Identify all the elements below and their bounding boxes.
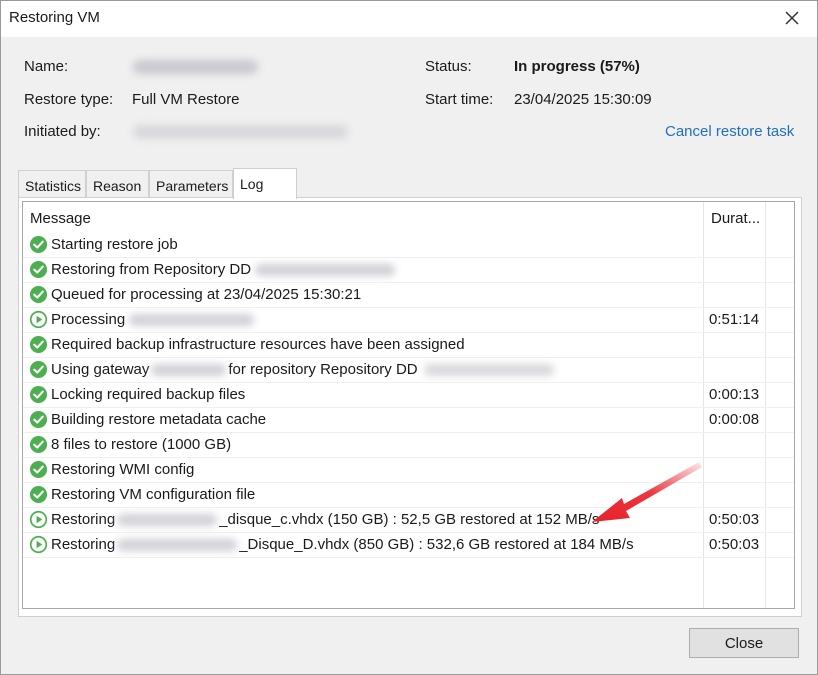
log-message: Starting restore job [51,236,178,253]
message-column-header[interactable]: Message [30,210,91,227]
log-message: Restoring WMI config [51,461,194,478]
log-message: Required backup infrastructure resources… [51,336,465,353]
log-message-text: Queued for processing at 23/04/2025 15:3… [51,286,362,303]
log-row[interactable]: 8 files to restore (1000 GB) [23,432,794,457]
row-divider [23,557,794,558]
log-row[interactable]: Restoring from Repository DD [23,257,794,282]
log-message: Restoring _Disque_D.vhdx (850 GB) : 532,6… [51,536,634,553]
log-duration: 0:50:03 [709,511,760,528]
log-message-text: Required backup infrastructure resources… [51,336,465,353]
log-duration: 0:00:13 [709,386,760,403]
log-message-text: 8 files to restore (1000 GB) [51,436,232,453]
title-bar: Restoring VM [1,1,817,37]
play-circle-icon [29,510,48,529]
log-message: Restoring VM configuration file [51,486,255,503]
log-row[interactable]: Building restore metadata cache 0:00:08 [23,407,794,432]
redacted-text [129,314,255,327]
check-circle-icon [29,410,48,429]
log-message-text: _disque_c.vhdx (150 GB) : 52,5 GB restor… [219,511,600,528]
log-row[interactable]: Using gateway for repository Repository D… [23,357,794,382]
duration-column-header[interactable]: Durat... [711,210,760,227]
log-row[interactable]: Required backup infrastructure resources… [23,332,794,357]
log-message-text: Restoring VM configuration file [51,486,256,503]
log-message-text: Restoring from Repository DD [51,261,252,278]
tab-reason[interactable]: Reason [86,170,149,198]
restore-type-value: Full VM Restore [132,91,240,108]
log-message-text: Restoring [51,511,116,528]
check-circle-icon [29,285,48,304]
check-circle-icon [29,460,48,479]
log-message-text: Processing [51,311,126,328]
log-message-text: for repository Repository DD [228,361,418,378]
cancel-restore-link[interactable]: Cancel restore task [665,123,794,140]
status-value: In progress (57%) [514,58,640,75]
log-message-text: Building restore metadata cache [51,411,267,428]
name-redacted [133,60,258,74]
log-grid[interactable]: Message Durat... Starting restore job Res… [22,201,795,609]
log-duration: 0:51:14 [709,311,760,328]
play-circle-icon [29,535,48,554]
window-title: Restoring VM [9,9,100,26]
log-message: Using gateway for repository Repository D… [51,361,554,378]
log-message: Locking required backup files [51,386,245,403]
log-row[interactable]: Locking required backup files 0:00:13 [23,382,794,407]
play-circle-icon [29,310,48,329]
log-message-text: Locking required backup files [51,386,246,403]
restore-type-label: Restore type: [24,91,114,108]
tab-statistics[interactable]: Statistics [18,170,86,198]
red-arrow-annotation [592,462,702,522]
check-circle-icon [29,335,48,354]
log-message-text: Restoring WMI config [51,461,195,478]
name-label: Name: [24,58,69,75]
log-message-text: Using gateway [51,361,150,378]
check-circle-icon [29,435,48,454]
status-label: Status: [425,58,472,75]
restore-dialog: Restoring VM Name: Restore type: Full VM… [0,0,818,675]
log-row[interactable]: Starting restore job [23,232,794,257]
redacted-text [423,364,554,377]
check-circle-icon [29,260,48,279]
redacted-text [151,364,227,377]
log-message: 8 files to restore (1000 GB) [51,436,231,453]
initiated-by-label: Initiated by: [24,123,101,140]
log-message: Queued for processing at 23/04/2025 15:3… [51,286,361,303]
log-message: Building restore metadata cache [51,411,266,428]
log-panel: Message Durat... Starting restore job Res… [18,197,802,617]
redacted-text [255,264,396,277]
tab-log[interactable]: Log [233,168,297,199]
close-icon[interactable] [781,7,803,29]
tab-parameters[interactable]: Parameters [149,170,233,198]
log-message: Processing [51,311,255,328]
start-time-label: Start time: [425,91,494,108]
log-row[interactable]: Queued for processing at 23/04/2025 15:3… [23,282,794,307]
log-message: Restoring from Repository DD [51,261,396,278]
redacted-text [117,514,218,527]
log-duration: 0:50:03 [709,536,760,553]
check-circle-icon [29,235,48,254]
log-message-text: Restoring [51,536,116,553]
start-time-value: 23/04/2025 15:30:09 [514,91,652,108]
log-row[interactable]: Processing 0:51:14 [23,307,794,332]
redacted-text [117,539,238,552]
log-message-text: Starting restore job [51,236,178,253]
check-circle-icon [29,485,48,504]
check-circle-icon [29,385,48,404]
log-message: Restoring _disque_c.vhdx (150 GB) : 52,5 … [51,511,599,528]
check-circle-icon [29,360,48,379]
close-button[interactable]: Close [689,628,799,658]
log-duration: 0:00:08 [709,411,760,428]
log-message-text: _Disque_D.vhdx (850 GB) : 532,6 GB resto… [239,536,634,553]
initiated-by-redacted [133,125,348,139]
